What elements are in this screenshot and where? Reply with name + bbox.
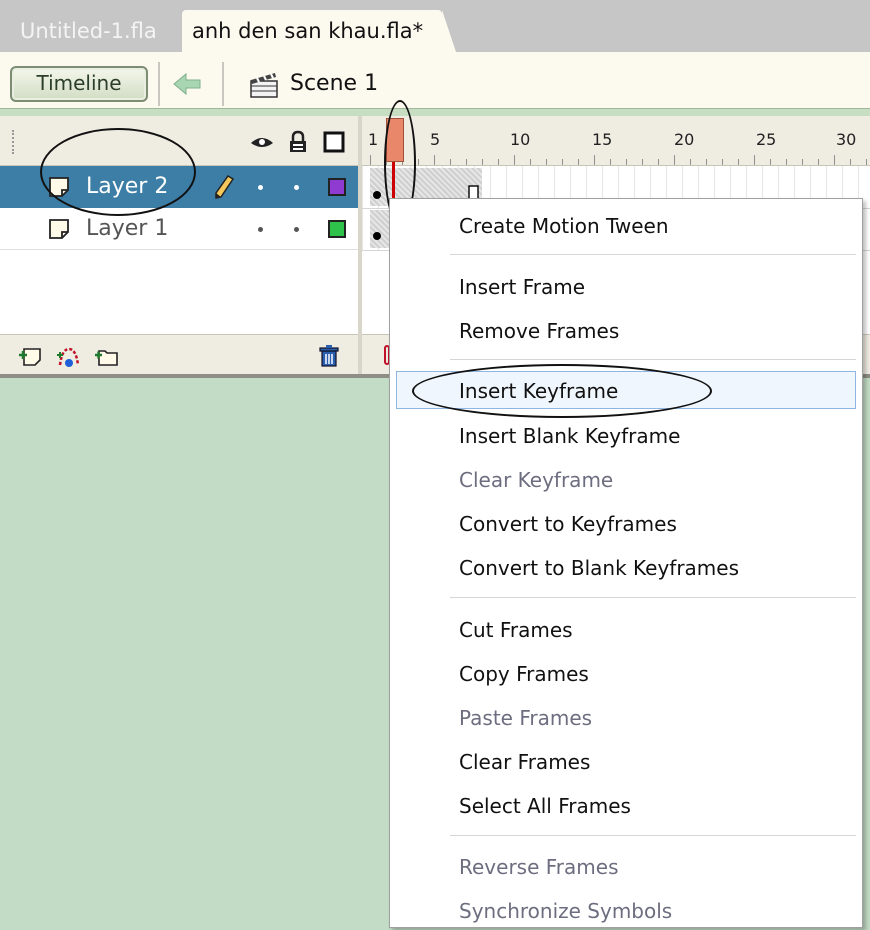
ruler-tick — [370, 155, 371, 165]
menu-clear-keyframe: Clear Keyframe — [459, 468, 614, 492]
ruler-label: 20 — [674, 130, 695, 149]
eye-icon[interactable] — [250, 130, 274, 154]
panel-grip[interactable] — [12, 130, 16, 154]
toolbar-separator — [158, 62, 160, 106]
ruler-tick — [450, 159, 451, 165]
menu-synchronize-symbols: Synchronize Symbols — [459, 899, 673, 923]
ruler-tick — [834, 155, 835, 165]
annotation-ellipse-layer — [40, 128, 196, 216]
lock-icon[interactable] — [286, 130, 310, 154]
ruler-label: 5 — [430, 130, 441, 149]
ruler-tick — [482, 159, 483, 165]
menu-separator — [450, 254, 856, 255]
tab-anh-den-san-khau[interactable]: anh den san khau.fla* — [182, 10, 456, 52]
ruler-tick — [786, 159, 787, 165]
layer-page-icon — [49, 219, 69, 239]
frame-ruler[interactable]: 1 5 10 15 20 25 30 — [362, 116, 870, 166]
layer-color-swatch[interactable] — [328, 220, 346, 238]
frame-context-menu: Create Motion Tween Insert Frame Remove … — [389, 198, 863, 928]
keyframe-dot[interactable] — [373, 191, 381, 199]
ruler-tick — [530, 159, 531, 165]
insert-folder-icon[interactable] — [94, 343, 120, 369]
insert-layer-icon[interactable] — [18, 343, 44, 369]
document-tab-bar: Untitled-1.fla anh den san khau.fla* — [0, 0, 870, 52]
ruler-tick — [546, 159, 547, 165]
menu-copy-frames[interactable]: Copy Frames — [390, 655, 862, 693]
ruler-tick — [770, 159, 771, 165]
visibility-dot[interactable] — [258, 185, 263, 190]
menu-create-motion-tween[interactable]: Create Motion Tween — [390, 207, 862, 245]
trash-icon[interactable] — [316, 343, 342, 369]
ruler-tick — [578, 159, 579, 165]
ruler-tick — [642, 159, 643, 165]
annotation-ellipse-insert-keyframe — [412, 364, 712, 418]
ruler-tick — [418, 159, 419, 165]
menu-convert-to-blank-keyframes[interactable]: Convert to Blank Keyframes — [390, 549, 862, 587]
ruler-tick — [802, 159, 803, 165]
ruler-tick — [466, 159, 467, 165]
ruler-tick — [706, 159, 707, 165]
menu-separator — [450, 597, 856, 598]
edit-bar: Timeline Scene 1 — [0, 52, 870, 114]
ruler-label: 10 — [510, 130, 531, 149]
tab-untitled-1[interactable]: Untitled-1.fla — [10, 10, 180, 52]
ruler-tick — [674, 155, 675, 165]
visibility-dot[interactable] — [258, 227, 263, 232]
ruler-tick — [722, 159, 723, 165]
menu-select-all-frames[interactable]: Select All Frames — [390, 787, 862, 825]
add-motion-guide-icon[interactable] — [56, 343, 82, 369]
ruler-tick — [866, 159, 867, 165]
lock-dot[interactable] — [294, 227, 299, 232]
menu-paste-frames: Paste Frames — [459, 706, 593, 730]
menu-insert-frame[interactable]: Insert Frame — [390, 268, 862, 306]
scene-label[interactable]: Scene 1 — [290, 68, 378, 100]
ruler-tick — [850, 159, 851, 165]
ruler-tick — [658, 159, 659, 165]
ruler-tick — [562, 159, 563, 165]
frame-span-layer-1[interactable] — [370, 210, 390, 248]
layers-footer — [0, 334, 358, 376]
menu-insert-blank-keyframe[interactable]: Insert Blank Keyframe — [390, 417, 862, 455]
ruler-label: 1 — [368, 130, 379, 149]
menu-reverse-frames: Reverse Frames — [459, 855, 619, 879]
layer-color-swatch[interactable] — [328, 178, 346, 196]
ruler-tick — [434, 155, 435, 165]
menu-convert-to-keyframes[interactable]: Convert to Keyframes — [390, 505, 862, 543]
toolbar-divider — [0, 108, 870, 116]
ruler-tick — [818, 159, 819, 165]
layer-row-layer-1[interactable]: Layer 1 — [0, 208, 358, 250]
back-arrow-icon[interactable] — [172, 70, 202, 98]
ruler-tick — [626, 159, 627, 165]
ruler-label: 15 — [592, 130, 613, 149]
ruler-tick — [514, 155, 515, 165]
ruler-label: 25 — [756, 130, 777, 149]
ruler-tick — [754, 155, 755, 165]
menu-remove-frames[interactable]: Remove Frames — [390, 312, 862, 350]
menu-separator — [450, 835, 856, 836]
lock-dot[interactable] — [294, 185, 299, 190]
keyframe-dot[interactable] — [373, 232, 381, 240]
ruler-tick — [610, 159, 611, 165]
pencil-icon — [215, 174, 235, 199]
menu-separator — [450, 359, 856, 360]
ruler-tick — [498, 159, 499, 165]
timeline-button[interactable]: Timeline — [10, 66, 148, 102]
ruler-label: 30 — [836, 130, 857, 149]
layer-name: Layer 1 — [86, 216, 169, 241]
ruler-tick — [738, 159, 739, 165]
ruler-tick — [690, 159, 691, 165]
toolbar-separator — [222, 62, 224, 106]
clapperboard-icon — [250, 73, 278, 98]
ruler-tick — [594, 155, 595, 165]
outline-icon[interactable] — [322, 130, 346, 154]
menu-cut-frames[interactable]: Cut Frames — [390, 611, 862, 649]
menu-clear-frames[interactable]: Clear Frames — [390, 743, 862, 781]
